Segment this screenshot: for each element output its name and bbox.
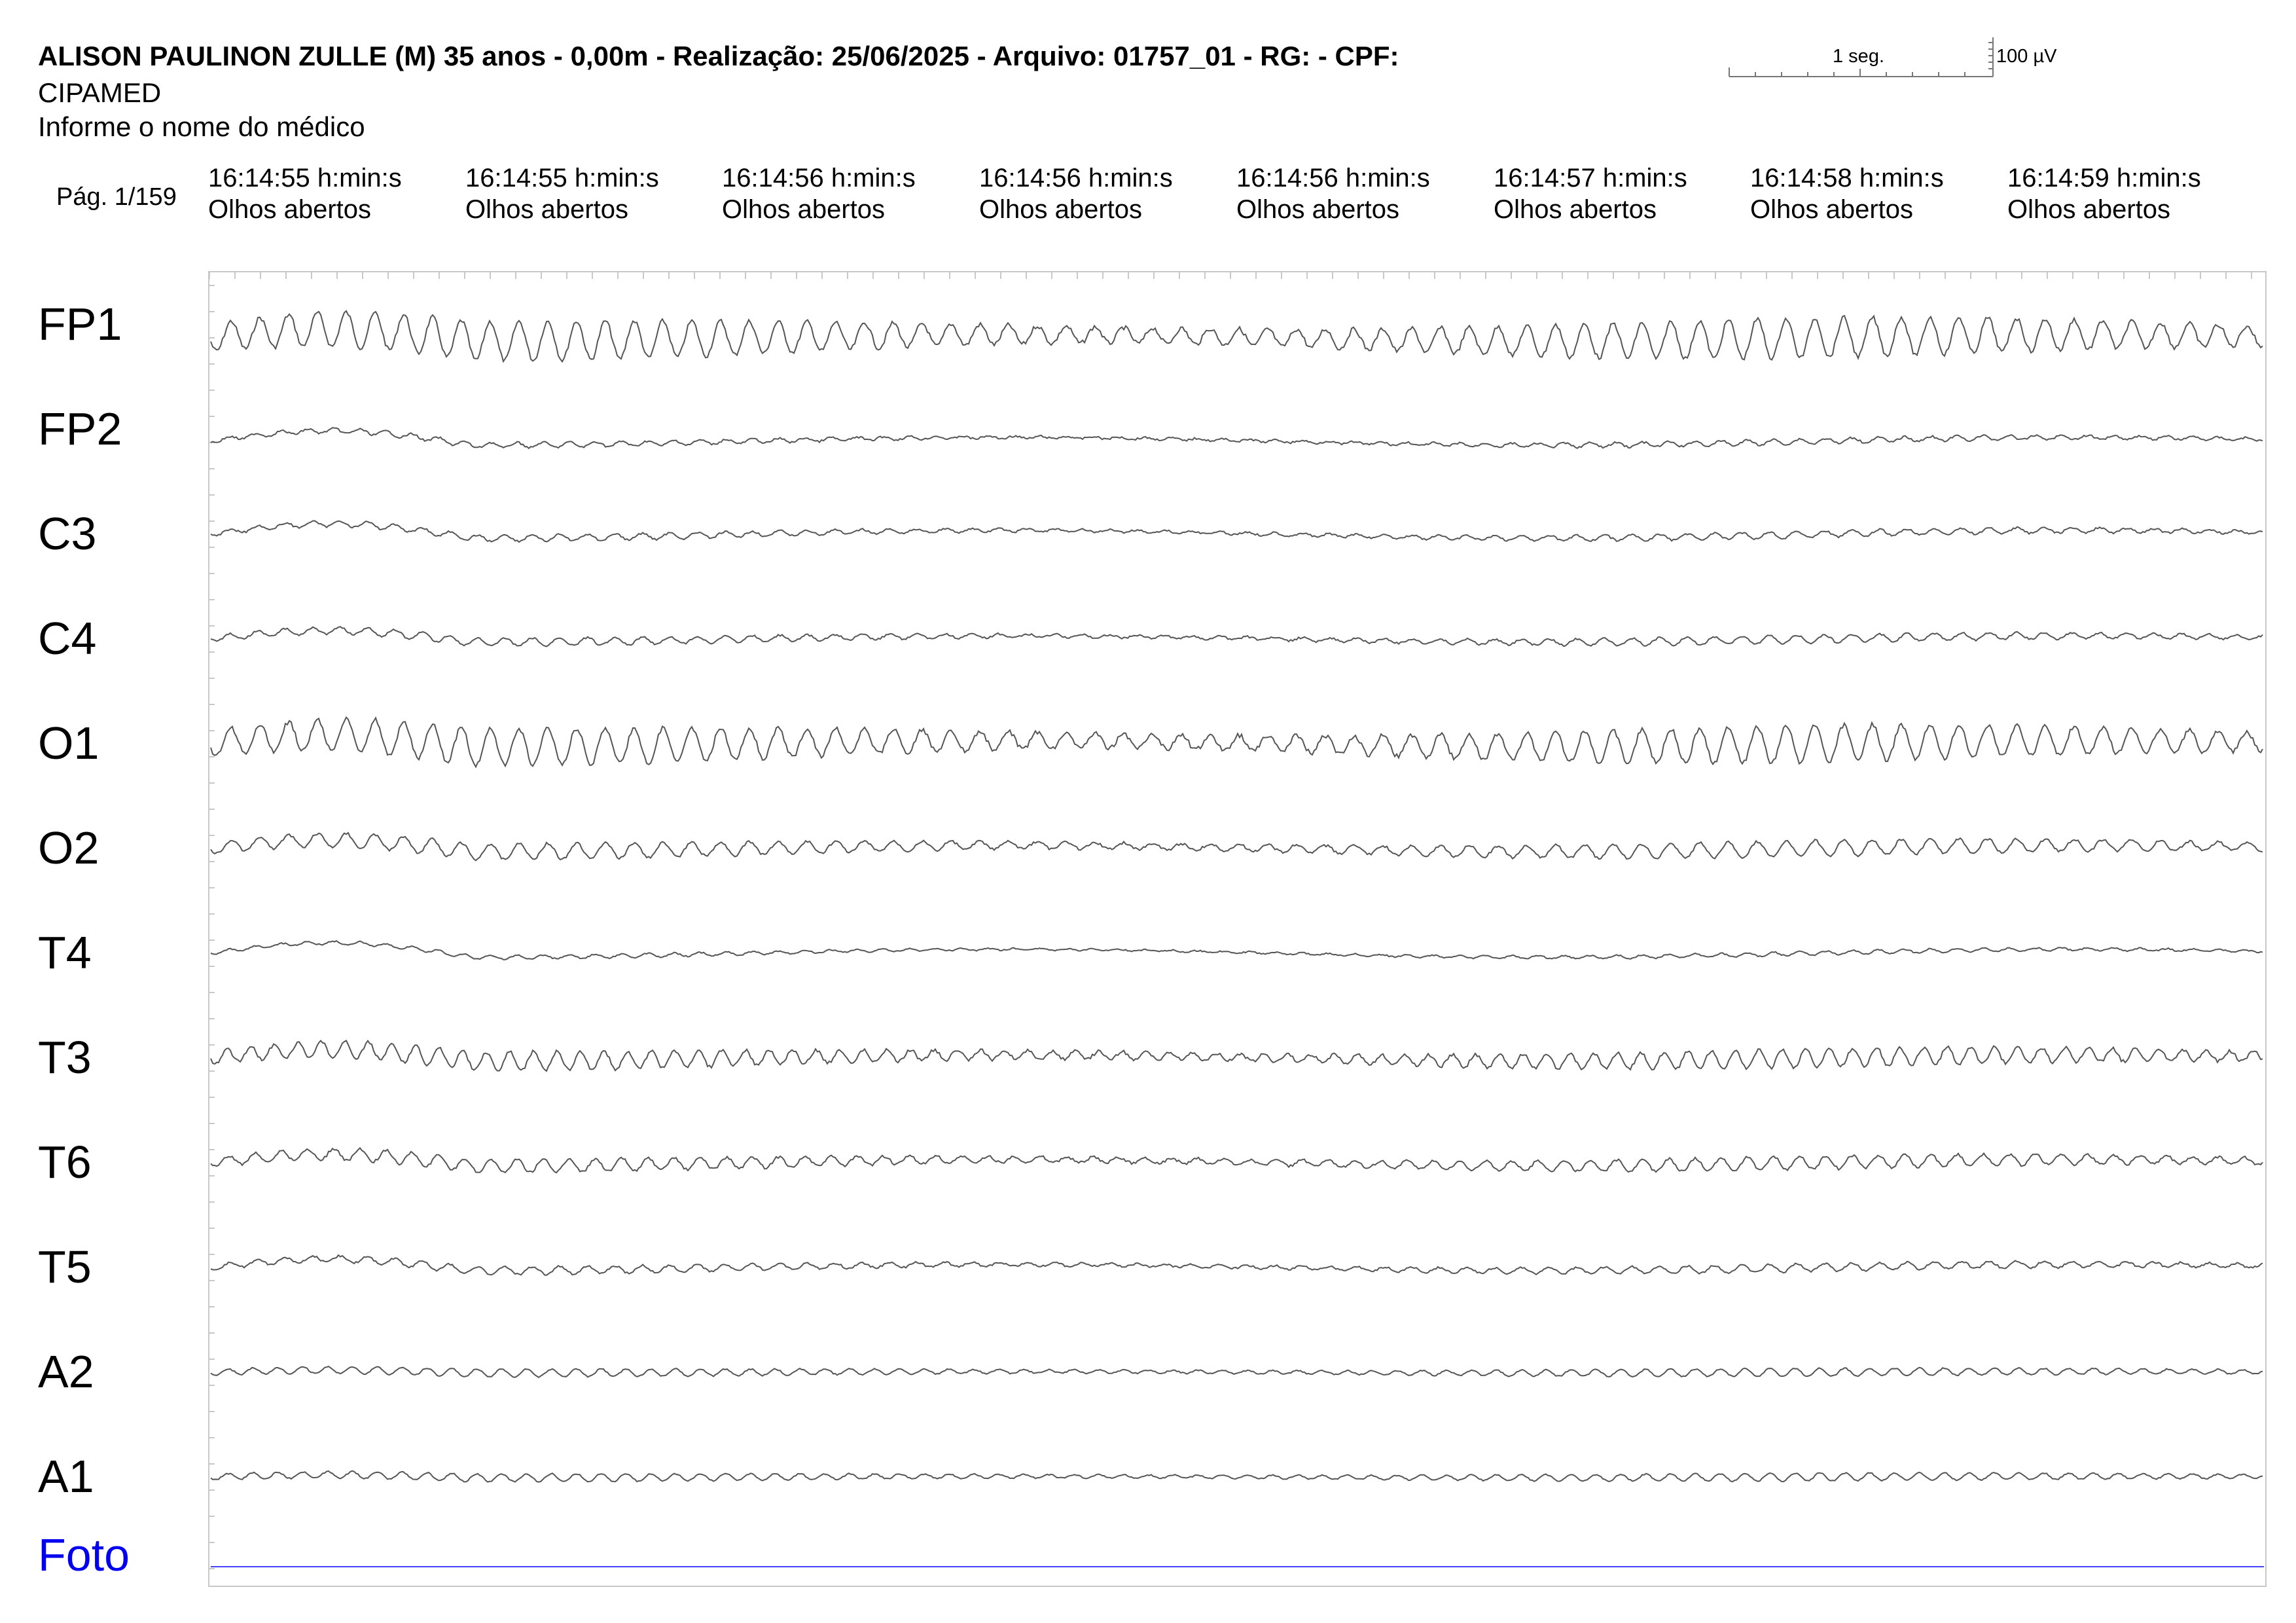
timestamp-time: 16:14:57 h:min:s <box>1494 164 1687 192</box>
eeg-traces <box>209 272 2264 1569</box>
timestamp-state: Olhos abertos <box>208 195 372 224</box>
trace-a2 <box>210 1365 2263 1378</box>
timestamp-state: Olhos abertos <box>465 195 629 224</box>
doctor-name: Informe o nome do médico <box>38 111 365 142</box>
timestamp-time: 16:14:56 h:min:s <box>1236 164 1430 192</box>
timestamp-state: Olhos abertos <box>1236 195 1400 224</box>
scale-bar <box>1729 37 1994 77</box>
timestamp-block: 16:14:58 h:min:s Olhos abertos <box>1750 162 1944 225</box>
trace-t3 <box>210 1039 2263 1072</box>
channel-label-a1: A1 <box>38 1451 94 1502</box>
patient-header-title: ALISON PAULINON ZULLE (M) 35 anos - 0,00… <box>38 41 1399 71</box>
timestamp-time: 16:14:55 h:min:s <box>208 164 402 192</box>
timestamp-block: 16:14:55 h:min:s Olhos abertos <box>208 162 402 225</box>
timestamp-block: 16:14:59 h:min:s Olhos abertos <box>2007 162 2201 225</box>
trace-c3 <box>210 520 2263 543</box>
timestamp-state: Olhos abertos <box>979 195 1143 224</box>
timestamp-state: Olhos abertos <box>1750 195 1914 224</box>
channel-label-o2: O2 <box>38 822 99 873</box>
timestamp-state: Olhos abertos <box>722 195 886 224</box>
timestamp-time: 16:14:58 h:min:s <box>1750 164 1944 192</box>
timestamp-time: 16:14:56 h:min:s <box>722 164 916 192</box>
amplitude-scale-label: 100 µV <box>1996 46 2057 67</box>
timestamp-block: 16:14:56 h:min:s Olhos abertos <box>722 162 916 225</box>
channel-label-foto: Foto <box>38 1529 130 1580</box>
timestamp-state: Olhos abertos <box>2007 195 2171 224</box>
channel-label-t3: T3 <box>38 1032 92 1083</box>
timestamp-time: 16:14:59 h:min:s <box>2007 164 2201 192</box>
channel-label-t4: T4 <box>38 927 92 978</box>
timestamp-time: 16:14:55 h:min:s <box>465 164 659 192</box>
timestamp-time: 16:14:56 h:min:s <box>979 164 1173 192</box>
timestamp-block: 16:14:56 h:min:s Olhos abertos <box>979 162 1173 225</box>
channel-label-fp1: FP1 <box>38 299 122 350</box>
trace-a1 <box>210 1470 2263 1483</box>
channel-label-a2: A2 <box>38 1346 94 1397</box>
trace-o2 <box>210 831 2263 862</box>
trace-t4 <box>210 939 2263 960</box>
channel-label-fp2: FP2 <box>38 403 122 454</box>
eeg-trace-area[interactable] <box>208 271 2267 1587</box>
timestamp-block: 16:14:57 h:min:s Olhos abertos <box>1494 162 1687 225</box>
trace-o1 <box>210 716 2263 769</box>
channel-label-c4: C4 <box>38 613 97 664</box>
trace-t6 <box>210 1147 2263 1174</box>
page-indicator: Pág. 1/159 <box>56 183 177 211</box>
trace-fp1 <box>210 310 2263 363</box>
timestamp-block: 16:14:56 h:min:s Olhos abertos <box>1236 162 1430 225</box>
channel-label-o1: O1 <box>38 718 99 769</box>
trace-c4 <box>210 626 2263 647</box>
timestamp-block: 16:14:55 h:min:s Olhos abertos <box>465 162 659 225</box>
trace-t5 <box>210 1254 2263 1276</box>
channel-label-t6: T6 <box>38 1137 92 1188</box>
clinic-name: CIPAMED <box>38 77 162 108</box>
channel-label-t5: T5 <box>38 1241 92 1292</box>
channel-label-c3: C3 <box>38 508 97 559</box>
trace-fp2 <box>210 427 2263 450</box>
timestamp-state: Olhos abertos <box>1494 195 1657 224</box>
